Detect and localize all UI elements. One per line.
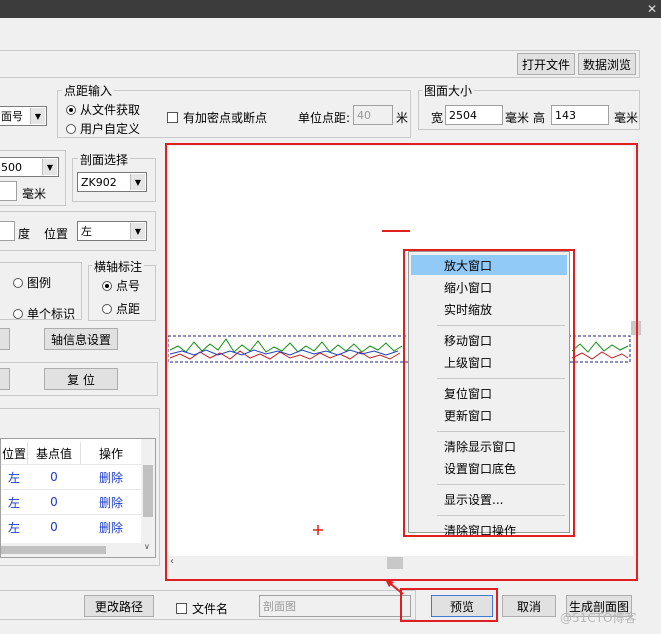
scroll-thumb[interactable] [1, 546, 106, 554]
cell-position: 左 [7, 470, 20, 485]
delete-link[interactable]: 删除 [81, 515, 141, 539]
x-axis-label-title: 横轴标注 [92, 258, 145, 275]
title-bar: ✕ [0, 0, 661, 18]
unit-distance-unit: 米 [396, 111, 409, 125]
cell-base-value: 0 [50, 495, 58, 509]
mm-unit: 毫米 [22, 187, 47, 201]
figure-size-title: 图面大小 [422, 82, 475, 99]
radio-single-mark[interactable]: 单个标识 [13, 305, 75, 322]
table-header: 位置 基点值 操作 [1, 442, 141, 464]
left-truncated-button[interactable] [0, 328, 10, 350]
delete-link[interactable]: 删除 [81, 465, 141, 489]
annotation-menu-box [403, 249, 575, 537]
radio-dot [13, 277, 23, 288]
cancel-button[interactable]: 取消 [502, 595, 556, 617]
header-base-value: 基点值 [28, 442, 81, 464]
mm-input[interactable] [0, 181, 17, 201]
encrypted-point-checkbox[interactable]: 有加密点或断点 [167, 109, 267, 126]
delete-link[interactable]: 删除 [81, 490, 141, 514]
position-label: 位置 [44, 227, 69, 241]
header-operation: 操作 [98, 446, 123, 461]
annotation-arrow-icon [385, 579, 404, 595]
section-select-combo[interactable]: ZK902 ▼ [77, 172, 147, 192]
chevron-down-icon[interactable]: ∨ [144, 542, 150, 551]
radio-dot [66, 104, 76, 115]
radio-point-no[interactable]: 点号 [102, 277, 140, 294]
cell-position: 左 [7, 520, 20, 535]
radio-dot [66, 123, 76, 134]
radio-user-defined[interactable]: 用户自定义 [66, 120, 140, 137]
scroll-thumb[interactable] [143, 465, 153, 517]
cell-position: 左 [7, 495, 20, 510]
point-input-title: 点距输入 [62, 82, 115, 99]
annotation-preview-box [400, 588, 498, 622]
section-number-value: 面号 [1, 110, 23, 123]
radio-dot [13, 308, 23, 319]
height-input[interactable]: 143 [551, 105, 609, 125]
change-path-button[interactable]: 更改路径 [84, 595, 154, 617]
open-file-button[interactable]: 打开文件 [517, 53, 575, 75]
chevron-down-icon: ▼ [130, 223, 145, 239]
height-label: 高 [533, 111, 546, 125]
radio-dot [102, 280, 112, 291]
cell-base-value: 0 [50, 470, 58, 484]
radio-from-file[interactable]: 从文件获取 [66, 101, 140, 118]
table-row[interactable]: 左 0 删除 [1, 514, 141, 539]
checkbox-box [176, 603, 187, 614]
table-row[interactable]: 左 0 删除 [1, 489, 141, 514]
reset-button[interactable]: 复 位 [44, 368, 118, 390]
unit-distance-input[interactable]: 40 [353, 105, 393, 125]
table-vertical-scrollbar[interactable]: ∨ [141, 439, 155, 557]
close-icon[interactable]: ✕ [647, 2, 657, 16]
radio-point-dist[interactable]: 点距 [102, 300, 140, 317]
checkbox-box [167, 112, 178, 123]
file-name-checkbox[interactable]: 文件名 [176, 600, 228, 617]
table-horizontal-scrollbar[interactable] [1, 543, 141, 557]
width-input[interactable]: 2504 [445, 105, 503, 125]
chevron-down-icon: ▼ [30, 108, 45, 124]
axis-settings-button[interactable]: 轴信息设置 [44, 328, 118, 350]
base-point-table: 位置 基点值 操作 左 0 删除 左 0 删除 左 0 删除 ∨ [0, 438, 156, 558]
angle-unit: 度 [18, 227, 31, 241]
height-unit: 毫米 [614, 111, 639, 125]
left-truncated-button-2[interactable] [0, 368, 10, 390]
watermark: @51CTO博客 [560, 611, 637, 625]
width-label: 宽 [431, 111, 444, 125]
data-browse-button[interactable]: 数据浏览 [578, 53, 636, 75]
angle-input[interactable] [0, 221, 15, 241]
file-name-input[interactable]: 剖面图 [259, 595, 411, 617]
radio-legend[interactable]: 图例 [13, 274, 51, 291]
position-combo[interactable]: 左 ▼ [77, 221, 147, 241]
chevron-down-icon: ▼ [42, 159, 57, 175]
table-row[interactable]: 左 0 删除 [1, 464, 141, 489]
section-select-title: 剖面选择 [78, 151, 131, 168]
width-unit: 毫米 [505, 111, 530, 125]
header-position: 位置 [1, 442, 28, 464]
section-number-combo[interactable]: 面号 ▼ [0, 106, 47, 126]
radio-dot [102, 303, 112, 314]
unit-distance-label: 单位点距: [298, 111, 351, 125]
cell-base-value: 0 [50, 520, 58, 534]
value-500-combo[interactable]: 500 ▼ [0, 157, 59, 177]
chevron-down-icon: ▼ [130, 174, 145, 190]
